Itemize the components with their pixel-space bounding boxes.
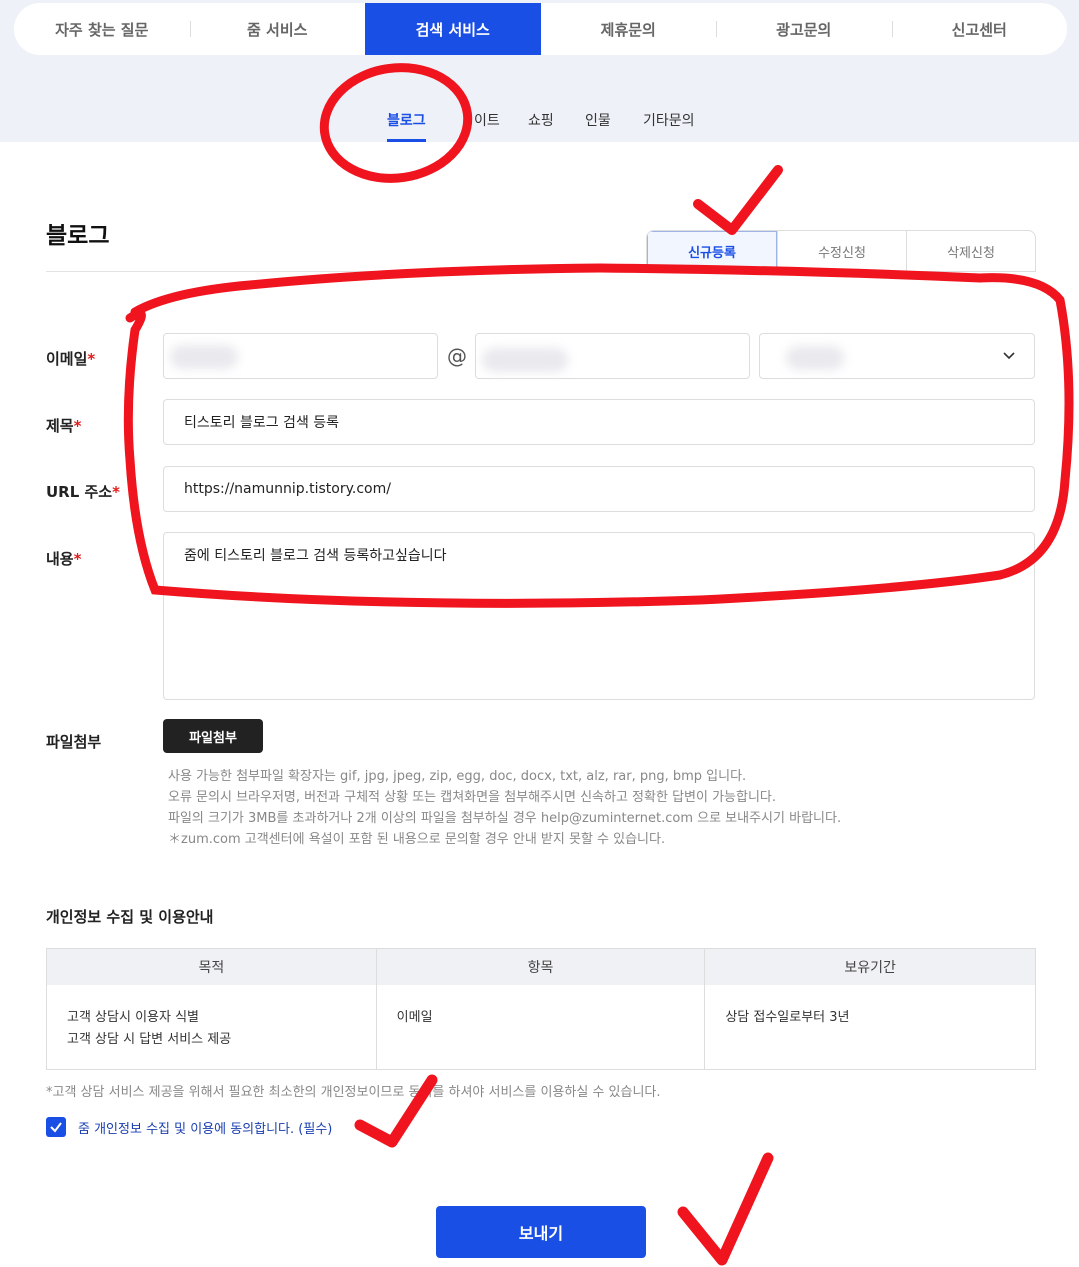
agree-label[interactable]: 줌 개인정보 수집 및 이용에 동의합니다. (필수)	[78, 1118, 332, 1137]
annotation-checkmark	[677, 1152, 774, 1266]
note-line: 오류 문의시 브라우저명, 버전과 구체적 상황 또는 캡쳐화면을 첨부해주시면…	[168, 790, 777, 805]
content-textarea[interactable]: 줌에 티스토리 블로그 검색 등록하고싶습니다	[163, 532, 1035, 700]
table-row: 고객 상담시 이용자 식별 고객 상담 시 답변 서비스 제공 이메일 상담 접…	[47, 984, 1036, 1070]
note-line: 사용 가능한 첨부파일 확장자는 gif, jpg, jpeg, zip, eg…	[168, 769, 747, 784]
tab-advertising[interactable]: 광고문의	[716, 3, 892, 55]
redacted-value	[786, 346, 844, 370]
check-icon	[50, 1122, 62, 1133]
tab-zum-service[interactable]: 줌 서비스	[189, 3, 366, 55]
privacy-agree: 줌 개인정보 수집 및 이용에 동의합니다. (필수)	[46, 1117, 332, 1137]
new-registration-tab[interactable]: 신규등록	[647, 231, 777, 271]
note-line: ＊zum.com 고객센터에 욕설이 포함 된 내용으로 문의할 경우 안내 받…	[168, 832, 666, 847]
title-label: 제목*	[46, 417, 82, 435]
column-header: 보유기간	[704, 948, 1036, 985]
subtab-site[interactable]: 이트	[474, 110, 500, 130]
deletion-tab[interactable]: 삭제신청	[906, 231, 1035, 271]
redacted-value	[482, 348, 568, 372]
privacy-note: *고객 상담 서비스 제공을 위해서 필요한 최소한의 개인정보이므로 동의를 …	[46, 1085, 661, 1100]
period-cell: 상담 접수일로부터 3년	[704, 984, 1036, 1070]
purpose-cell: 고객 상담시 이용자 식별 고객 상담 시 답변 서비스 제공	[67, 1009, 232, 1047]
privacy-title: 개인정보 수집 및 이용안내	[46, 908, 214, 926]
redacted-value	[170, 345, 238, 369]
attachment-label: 파일첨부	[46, 733, 102, 751]
tab-faq[interactable]: 자주 찾는 질문	[14, 3, 190, 55]
column-header: 항목	[375, 948, 705, 985]
subtab-shopping[interactable]: 쇼핑	[528, 110, 554, 130]
attachment-notes: 사용 가능한 첨부파일 확장자는 gif, jpg, jpeg, zip, eg…	[168, 766, 841, 850]
main-tabs: 자주 찾는 질문 줌 서비스 검색 서비스 제휴문의 광고문의 신고센터	[14, 3, 1067, 55]
page-title: 블로그	[46, 223, 110, 249]
email-id-input[interactable]	[163, 333, 438, 379]
note-line: 파일의 크기가 3MB를 초과하거나 2개 이상의 파일을 첨부하실 경우 he…	[168, 811, 842, 826]
attach-file-button[interactable]: 파일첨부	[163, 719, 263, 753]
table-header-row: 목적 항목 보유기간	[46, 948, 1036, 985]
at-sign: @	[447, 344, 467, 368]
subtab-person[interactable]: 인물	[585, 110, 611, 130]
email-domain-input[interactable]	[475, 333, 750, 379]
url-input[interactable]: https://namunnip.tistory.com/	[163, 466, 1035, 512]
subtab-other[interactable]: 기타문의	[643, 110, 695, 130]
subtab-blog[interactable]: 블로그	[387, 110, 426, 142]
tab-partnership[interactable]: 제휴문의	[541, 3, 717, 55]
content-label: 내용*	[46, 550, 82, 568]
request-type-tabs: 신규등록 수정신청 삭제신청	[646, 230, 1036, 272]
modification-tab[interactable]: 수정신청	[777, 231, 906, 271]
privacy-table: 목적 항목 보유기간 고객 상담시 이용자 식별 고객 상담 시 답변 서비스 …	[46, 948, 1036, 1070]
annotation-checkmark	[693, 165, 783, 235]
email-label: 이메일*	[46, 350, 96, 368]
item-cell: 이메일	[375, 984, 705, 1070]
top-nav-band: 자주 찾는 질문 줌 서비스 검색 서비스 제휴문의 광고문의 신고센터 블로그…	[0, 0, 1079, 142]
tab-search-service[interactable]: 검색 서비스	[365, 3, 541, 55]
column-header: 목적	[46, 948, 377, 985]
chevron-down-icon	[1003, 352, 1015, 360]
tab-report-center[interactable]: 신고센터	[891, 3, 1068, 55]
title-input[interactable]: 티스토리 블로그 검색 등록	[163, 399, 1035, 445]
agree-checkbox[interactable]	[46, 1117, 66, 1137]
email-domain-select[interactable]	[759, 333, 1035, 379]
url-label: URL 주소*	[46, 483, 120, 501]
submit-button[interactable]: 보내기	[436, 1206, 646, 1258]
